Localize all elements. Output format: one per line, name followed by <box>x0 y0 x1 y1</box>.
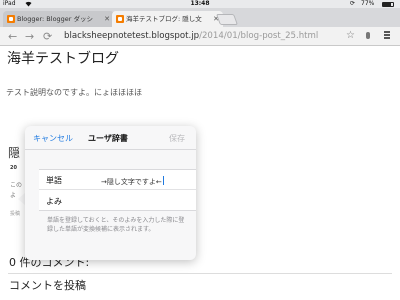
browser-toolbar: ← → ⟳ blacksheepnotetest.blogspot.jp/201… <box>0 27 400 46</box>
blog-description: テスト説明なのですよ。にょほほほほ <box>6 88 142 97</box>
tab-test-blog[interactable]: 海羊テストブログ: 隠し文 ✕ <box>112 11 223 27</box>
bookmark-star-icon[interactable]: ☆ <box>346 30 355 41</box>
url-path: /2014/01/blog-post_25.html <box>199 31 319 41</box>
tab-blogger-dashboard[interactable]: Blogger: Blogger ダッシ ✕ <box>3 11 114 27</box>
form-fields: 単語 →隠し文字ですよ← よみ <box>39 169 196 211</box>
forward-icon[interactable]: → <box>25 30 34 43</box>
help-text: 単語を登録しておくと、そのよみを入力した際に登録した単語が変換候補に表示されます… <box>47 217 185 233</box>
reload-icon[interactable]: ⟳ <box>43 30 52 43</box>
word-row[interactable]: 単語 →隠し文字ですよ← <box>39 170 196 190</box>
word-label: 単語 <box>46 176 62 185</box>
url-bar[interactable]: blacksheepnotetest.blogspot.jp/2014/01/b… <box>64 31 318 41</box>
rotation-lock-icon: ⟳ <box>350 0 356 7</box>
cancel-button[interactable]: キャンセル <box>33 133 73 144</box>
menu-icon[interactable] <box>384 31 390 40</box>
blogger-icon <box>116 15 124 23</box>
microphone-icon[interactable] <box>366 32 370 39</box>
reading-label: よみ <box>46 197 62 206</box>
divider <box>8 273 392 274</box>
new-tab-button[interactable] <box>215 14 239 25</box>
blog-title[interactable]: 海羊テストブログ <box>7 48 119 68</box>
tab-label: 海羊テストブログ: 隠し文 <box>126 15 202 23</box>
word-field[interactable]: →隠し文字ですよ← <box>101 176 164 187</box>
word-value: →隠し文字ですよ← <box>101 178 162 186</box>
post-footer: 投稿 <box>10 211 21 217</box>
back-icon[interactable]: ← <box>8 30 17 43</box>
save-button[interactable]: 保存 <box>169 133 185 144</box>
post-body-line: この <box>10 182 23 189</box>
post-comment-heading: コメントを投稿 <box>9 279 86 292</box>
popover-nav-bar: キャンセル ユーザ辞書 保存 <box>25 126 196 150</box>
status-bar: iPad 13:48 ⟳ 77% <box>0 0 400 8</box>
tab-label: Blogger: Blogger ダッシ <box>17 15 94 23</box>
battery-icon <box>382 2 394 7</box>
popover-title: ユーザ辞書 <box>88 134 128 143</box>
post-date: 20 <box>10 165 17 171</box>
text-cursor <box>162 176 164 185</box>
user-dictionary-popover: キャンセル ユーザ辞書 保存 単語 →隠し文字ですよ← よみ 単語を登録しておく… <box>25 126 196 260</box>
reading-row[interactable]: よみ <box>39 191 196 211</box>
clock: 13:48 <box>190 0 210 7</box>
url-host: blacksheepnotetest.blogspot.jp <box>64 31 200 41</box>
post-body-line: よ <box>10 192 17 199</box>
post-heading: 隠 <box>8 146 21 160</box>
battery-percent: 77% <box>361 0 375 7</box>
close-icon[interactable]: ✕ <box>104 11 110 27</box>
tab-strip: Blogger: Blogger ダッシ ✕ 海羊テストブログ: 隠し文 ✕ <box>0 8 400 27</box>
blogger-icon <box>7 15 15 23</box>
